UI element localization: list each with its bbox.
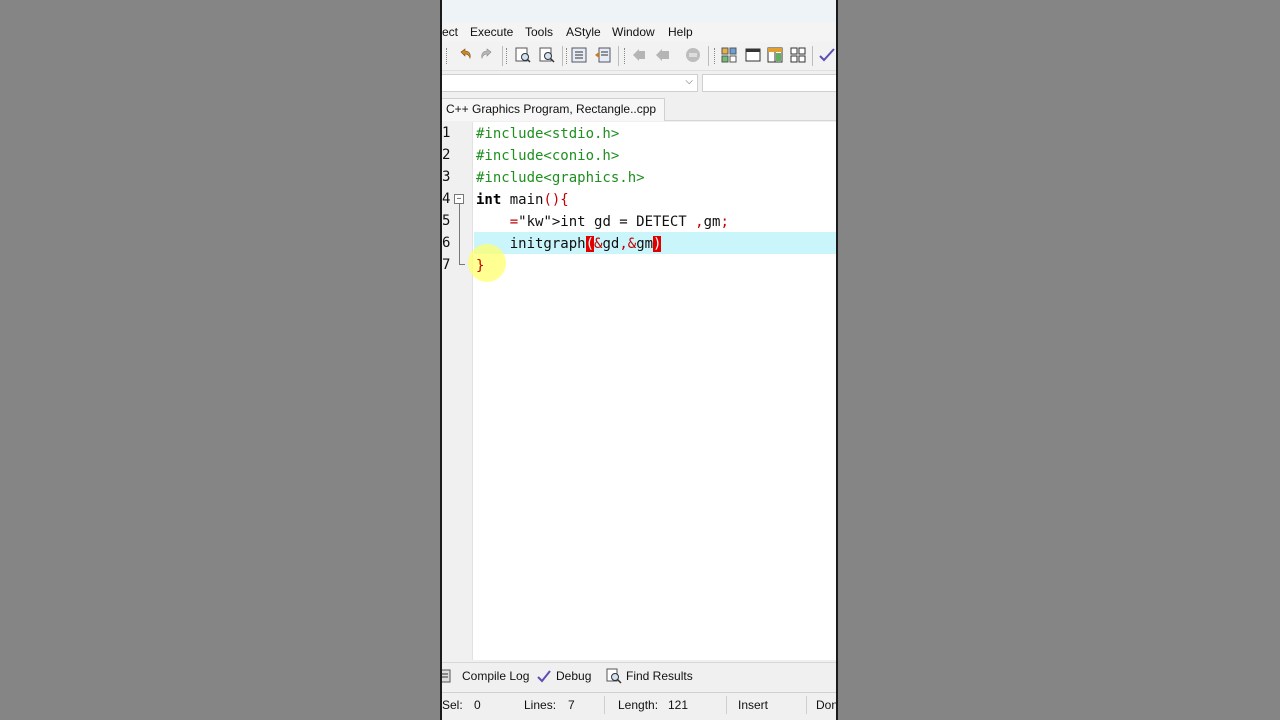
unindent-icon[interactable] [594,46,612,64]
line-number: 7 [442,257,451,273]
ide-window: ect Execute Tools AStyle Window Help ⌵ C… [440,0,838,720]
code-text: #include<conio.h> [476,148,620,164]
new-class-icon[interactable] [720,46,738,64]
menu-tools[interactable]: Tools [525,25,553,39]
status-length-value: 121 [668,698,689,712]
bottom-panel-tabs: Compile Log Debug Find Results [442,662,836,689]
code-text: } [476,258,485,274]
toolbar [442,42,836,71]
toolbar-grip [714,48,717,64]
code-text: ="kw">int gd = DETECT ,gm; [509,214,729,230]
line-number: 4 [442,191,451,207]
back-icon[interactable] [630,46,648,64]
bookmark-icon[interactable] [684,46,702,64]
forward-icon[interactable] [654,46,672,64]
status-mode: Insert [738,698,769,712]
tab-label: Find Results [626,669,693,683]
code-line-4: int main(){ [476,189,569,211]
grid-icon[interactable] [789,46,807,64]
line-number: 3 [442,169,451,185]
status-divider [604,696,605,714]
redo-icon[interactable] [478,46,496,64]
line-number: 5 [442,213,451,229]
toolbar-separator [618,46,619,66]
code-line-7: } [476,255,484,277]
tab-label: Debug [556,669,592,683]
window-icon[interactable] [744,46,762,64]
line-number: 6 [442,235,451,251]
code-line-3: #include<graphics.h> [476,167,645,189]
compile-log-icon [442,669,451,683]
tab-find-results[interactable]: Find Results [606,668,693,684]
tab-debug[interactable]: Debug [536,668,591,684]
status-length-label: Length: [618,698,659,712]
menu-project[interactable]: ect [442,25,458,39]
fold-guide [459,204,460,264]
check-icon[interactable] [818,46,836,64]
code-text: int main(){ [476,192,569,208]
status-divider [806,696,807,714]
indent-icon[interactable] [570,46,588,64]
code-line-2: #include<conio.h> [476,145,619,167]
menu-bar: ect Execute Tools AStyle Window Help [442,22,836,42]
status-sel-value: 0 [474,698,481,712]
tab-compile-log[interactable]: Compile Log [442,668,529,684]
toolbar-separator [812,46,813,66]
status-lines-label: Lines: [524,698,557,712]
line-number: 1 [442,125,451,141]
status-divider [726,696,727,714]
line-number: 2 [442,147,451,163]
menu-astyle[interactable]: AStyle [566,25,601,39]
replace-icon[interactable] [538,46,556,64]
code-line-5: ="kw">int gd = DETECT ,gm; [476,211,729,233]
status-done: Don [816,698,838,712]
code-line-1: #include<stdio.h> [476,123,619,145]
tab-rectangle-cpp[interactable]: C++ Graphics Program, Rectangle..cpp [442,98,666,121]
undo-icon[interactable] [456,46,474,64]
menu-help[interactable]: Help [668,25,693,39]
title-strip [442,0,836,23]
fold-guide-end [459,264,465,265]
editor-tab-bar: C++ Graphics Program, Rectangle..cpp [442,96,836,121]
check-icon [537,670,551,683]
code-text: #include<graphics.h> [476,170,645,186]
function-selector-dropdown[interactable] [702,74,836,92]
toolbar-grip [506,48,509,64]
tab-label: Compile Log [462,669,530,683]
line-number-gutter: 1 2 3 4 5 6 7 – [442,122,473,660]
code-line-6: initgraph(&gd,&gm) [476,233,662,255]
toolbar-grip [566,48,569,64]
code-text: #include<stdio.h> [476,126,620,142]
chevron-down-icon[interactable]: ⌵ [685,76,693,87]
toolbar-separator [708,46,709,66]
menu-window[interactable]: Window [612,25,655,39]
status-bar: Sel: 0 Lines: 7 Length: 121 Insert Don [442,692,836,717]
find-icon [606,668,622,684]
toolbar-grip [446,48,449,64]
menu-execute[interactable]: Execute [470,25,513,39]
combo-bar: ⌵ [442,72,836,94]
project-options-icon[interactable] [766,46,784,64]
toolbar-separator [502,46,503,66]
code-editor[interactable]: 1 2 3 4 5 6 7 – #include<stdio.h> #inclu… [442,122,836,660]
toolbar-grip [624,48,627,64]
status-lines-value: 7 [568,698,575,712]
fold-collapse-icon[interactable]: – [454,194,464,204]
toolbar-separator [562,46,563,66]
find-icon[interactable] [514,46,532,64]
class-selector-dropdown[interactable]: ⌵ [442,74,698,92]
code-text: initgraph(&gd,&gm) [476,236,662,252]
status-sel-label: Sel: [442,698,463,712]
tab-label: C++ Graphics Program, Rectangle..cpp [446,102,657,116]
